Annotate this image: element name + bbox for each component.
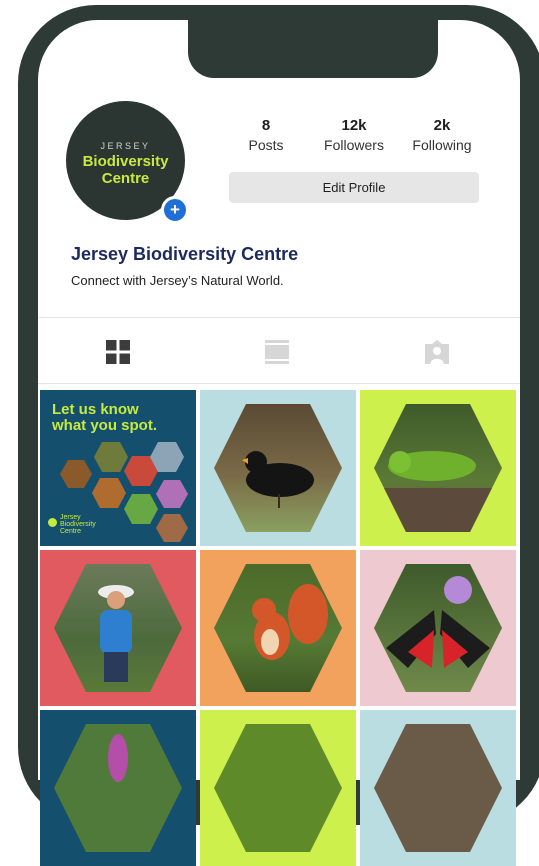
post-tile-orchid[interactable]: [40, 710, 196, 866]
post-logo-line1: Jersey: [60, 514, 81, 521]
lizard-illustration: [374, 451, 502, 532]
profile-bio: Connect with Jersey’s Natural World.: [71, 273, 284, 288]
squirrel-illustration: [252, 584, 328, 660]
edit-profile-button[interactable]: Edit Profile: [229, 172, 479, 203]
avatar-text-biodiversity: Biodiversity: [82, 153, 169, 170]
post-tile-squirrel[interactable]: [200, 550, 356, 706]
post-logo-line2: Biodiversity: [60, 521, 96, 528]
grid-icon[interactable]: [106, 340, 130, 364]
blackbird-illustration: [242, 451, 314, 508]
post-logo-line3: Centre: [60, 528, 82, 535]
stat-followers[interactable]: 12k Followers: [318, 117, 390, 155]
biodiversity-logo-icon: [48, 518, 57, 527]
post-tile-moth[interactable]: [360, 550, 516, 706]
stat-following[interactable]: 2k Following: [406, 117, 478, 155]
stat-followers-value: 12k: [341, 117, 367, 134]
post-tile-blackbird[interactable]: [200, 390, 356, 546]
feed-icon[interactable]: [265, 340, 289, 364]
person-illustration: [98, 585, 134, 682]
divider-bottom: [38, 383, 520, 384]
orchid-illustration: [108, 734, 128, 782]
divider-top: [38, 317, 520, 318]
tagged-icon[interactable]: [425, 340, 449, 364]
avatar-text-jersey: JERSEY: [100, 141, 151, 151]
post-tile-lets-spot[interactable]: Let us know what you spot. Jersey Biodiv…: [40, 390, 196, 546]
stat-posts[interactable]: 8 Posts: [240, 117, 292, 155]
stat-posts-value: 8: [261, 117, 271, 134]
post-tile-leaf[interactable]: [200, 710, 356, 866]
stat-following-label: Following: [412, 137, 472, 153]
post-tile-person[interactable]: [40, 550, 196, 706]
stat-followers-label: Followers: [324, 137, 384, 153]
stat-following-value: 2k: [433, 117, 451, 134]
moth-illustration: [386, 576, 490, 668]
phone-notch: [188, 20, 438, 78]
post-tile-creature[interactable]: [360, 710, 516, 866]
stat-posts-label: Posts: [248, 137, 284, 153]
add-story-button[interactable]: +: [161, 196, 189, 224]
avatar-text-centre: Centre: [101, 170, 150, 187]
profile-name: Jersey Biodiversity Centre: [71, 244, 299, 264]
post-tile-lizard[interactable]: [360, 390, 516, 546]
